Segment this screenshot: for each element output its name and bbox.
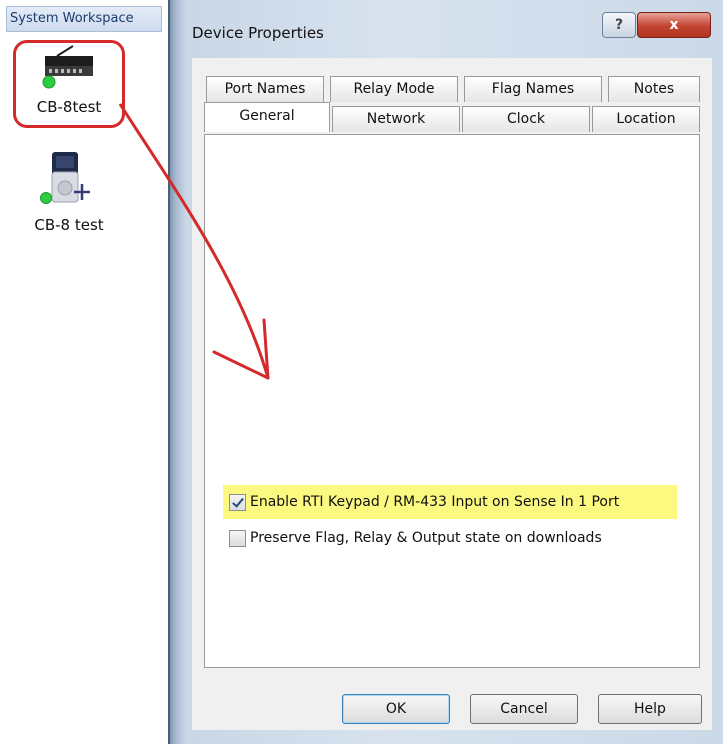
workspace-device-cb8-test[interactable]: CB-8 test bbox=[14, 150, 124, 234]
general-tab-panel: Enable RTI Keypad / RM-433 Input on Sens… bbox=[204, 134, 700, 668]
dialog-client-area: Port Names Relay Mode Flag Names Notes G… bbox=[192, 58, 712, 730]
tab-notes[interactable]: Notes bbox=[608, 76, 700, 102]
dialog-title-ghost bbox=[368, 24, 478, 44]
workspace-title: System Workspace bbox=[6, 6, 162, 32]
device-label: CB-8 test bbox=[34, 216, 104, 234]
device-label: CB-8test bbox=[36, 98, 102, 116]
preserve-state-option[interactable]: Preserve Flag, Relay & Output state on d… bbox=[229, 524, 602, 552]
preserve-state-label: Preserve Flag, Relay & Output state on d… bbox=[250, 530, 602, 546]
remote-add-device-icon bbox=[40, 152, 90, 204]
ok-button[interactable]: OK bbox=[342, 694, 450, 724]
relay-controller-icon bbox=[42, 45, 93, 89]
tab-general[interactable]: General bbox=[204, 102, 330, 132]
cancel-button[interactable]: Cancel bbox=[470, 694, 578, 724]
dialog-title: Device Properties bbox=[192, 24, 324, 42]
device-properties-dialog: Device Properties ? x Port Names Relay M… bbox=[168, 0, 723, 744]
tab-relay-mode[interactable]: Relay Mode bbox=[330, 76, 458, 102]
workspace-device-cb8test[interactable]: CB-8test bbox=[14, 42, 124, 126]
tab-clock[interactable]: Clock bbox=[462, 106, 590, 132]
tab-flag-names[interactable]: Flag Names bbox=[464, 76, 602, 102]
tab-port-names[interactable]: Port Names bbox=[206, 76, 324, 102]
caption-help-button[interactable]: ? bbox=[602, 12, 636, 38]
system-workspace-pane: System Workspace CB-8test CB-8 test bbox=[0, 0, 168, 744]
enable-rti-keypad-option[interactable]: Enable RTI Keypad / RM-433 Input on Sens… bbox=[229, 488, 619, 516]
close-button[interactable]: x bbox=[637, 12, 711, 38]
tab-location[interactable]: Location bbox=[592, 106, 700, 132]
tab-network[interactable]: Network bbox=[332, 106, 460, 132]
help-button[interactable]: Help bbox=[598, 694, 702, 724]
preserve-state-checkbox[interactable] bbox=[229, 529, 246, 547]
enable-rti-keypad-label: Enable RTI Keypad / RM-433 Input on Sens… bbox=[250, 494, 620, 510]
enable-rti-keypad-checkbox[interactable] bbox=[229, 493, 246, 511]
